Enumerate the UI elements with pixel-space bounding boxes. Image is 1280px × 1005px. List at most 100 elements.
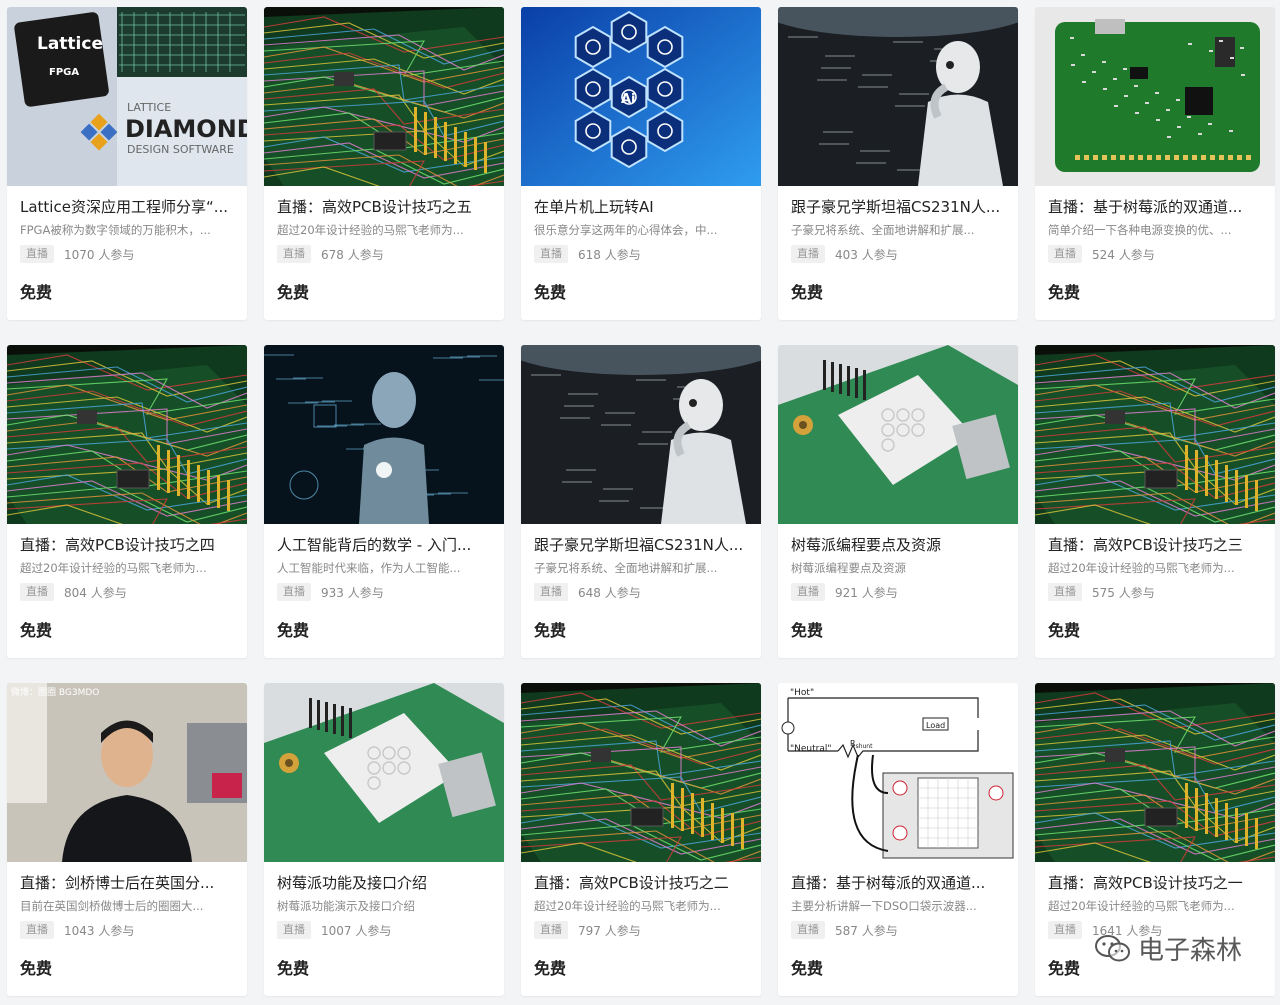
participant-count: 587 人参与 (835, 923, 898, 938)
course-meta: 直播 648 人参与 (534, 583, 748, 601)
course-card[interactable]: 跟子豪兄学斯坦福CS231N人... 子豪兄将系统、全面地讲解和扩展... 直播… (521, 345, 761, 658)
course-card[interactable]: Lattice FPGA LATTICE DIAMOND DESIGN SOFT… (7, 7, 247, 320)
course-title[interactable]: 直播：高效PCB设计技巧之三 (1048, 534, 1262, 556)
live-badge: 直播 (20, 583, 54, 601)
course-title[interactable]: 在单片机上玩转AI (534, 196, 748, 218)
course-thumbnail[interactable]: 微博：圈圈 BG3MDO (7, 683, 247, 862)
course-card[interactable]: 微博：圈圈 BG3MDO 直播：剑桥博士后在英国分... 目前在英国剑桥做博士后… (7, 683, 247, 996)
course-card[interactable]: "Hot" "Neutral" Load Rshunt 直播：基于树莓派的双通道… (778, 683, 1018, 996)
course-description: 子豪兄将系统、全面地讲解和扩展... (791, 223, 975, 237)
live-badge: 直播 (534, 583, 568, 601)
course-description: 目前在英国剑桥做博士后的圈圈大... (20, 899, 204, 913)
course-thumbnail[interactable]: Lattice FPGA LATTICE DIAMOND DESIGN SOFT… (7, 7, 247, 186)
course-card[interactable]: 跟子豪兄学斯坦福CS231N人... 子豪兄将系统、全面地讲解和扩展... 直播… (778, 7, 1018, 320)
course-meta: 直播 1070 人参与 (20, 245, 234, 263)
course-title[interactable]: 跟子豪兄学斯坦福CS231N人... (534, 534, 748, 556)
course-description: 子豪兄将系统、全面地讲解和扩展... (534, 561, 718, 575)
course-thumbnail[interactable] (1035, 7, 1275, 186)
course-thumbnail[interactable] (778, 7, 1018, 186)
course-card[interactable]: 直播：基于树莓派的双通道... 简单介绍一下各种电源变换的优、... 直播 52… (1035, 7, 1275, 320)
course-description: 很乐意分享这两年的心得体会，中... (534, 223, 718, 237)
participant-count: 933 人参与 (321, 585, 384, 600)
course-meta: 直播 403 人参与 (791, 245, 1005, 263)
course-price: 免费 (20, 959, 53, 978)
course-thumbnail[interactable]: "Hot" "Neutral" Load Rshunt (778, 683, 1018, 862)
live-badge: 直播 (534, 245, 568, 263)
participant-count: 524 人参与 (1092, 247, 1155, 262)
course-price: 免费 (277, 959, 310, 978)
course-thumbnail[interactable] (264, 7, 504, 186)
course-thumbnail[interactable] (1035, 345, 1275, 524)
course-price: 免费 (791, 283, 824, 302)
live-badge: 直播 (277, 921, 311, 939)
course-thumbnail[interactable] (521, 345, 761, 524)
live-badge: 直播 (277, 583, 311, 601)
course-title[interactable]: 直播：高效PCB设计技巧之五 (277, 196, 491, 218)
course-description: 超过20年设计经验的马熙飞老师为... (1048, 561, 1235, 575)
course-title[interactable]: 树莓派编程要点及资源 (791, 534, 1005, 556)
course-meta: 直播 678 人参与 (277, 245, 491, 263)
course-description: 主要分析讲解一下DSO口袋示波器... (791, 899, 977, 913)
svg-text:DIAMOND: DIAMOND (125, 115, 247, 143)
course-title[interactable]: 直播：基于树莓派的双通道... (791, 872, 1005, 894)
course-meta: 直播 921 人参与 (791, 583, 1005, 601)
course-price: 免费 (277, 621, 310, 640)
live-badge: 直播 (791, 921, 825, 939)
course-card[interactable]: 直播：高效PCB设计技巧之四 超过20年设计经验的马熙飞老师为... 直播 80… (7, 345, 247, 658)
course-title[interactable]: 直播：高效PCB设计技巧之一 (1048, 872, 1262, 894)
svg-text:DESIGN SOFTWARE: DESIGN SOFTWARE (127, 143, 234, 156)
course-description: FPGA被称为数字领域的万能积木，... (20, 223, 211, 237)
course-title[interactable]: 树莓派功能及接口介绍 (277, 872, 491, 894)
participant-count: 1070 人参与 (64, 247, 135, 262)
course-thumbnail[interactable] (264, 345, 504, 524)
course-title[interactable]: 直播：高效PCB设计技巧之二 (534, 872, 748, 894)
course-description: 树莓派功能演示及接口介绍 (277, 899, 415, 913)
live-badge: 直播 (1048, 583, 1082, 601)
course-description: 树莓派编程要点及资源 (791, 561, 906, 575)
participant-count: 804 人参与 (64, 585, 127, 600)
course-card[interactable]: 直播：高效PCB设计技巧之三 超过20年设计经验的马熙飞老师为... 直播 57… (1035, 345, 1275, 658)
course-title[interactable]: 直播：高效PCB设计技巧之四 (20, 534, 234, 556)
course-price: 免费 (791, 959, 824, 978)
live-badge: 直播 (277, 245, 311, 263)
svg-text:Ai: Ai (621, 92, 636, 107)
course-thumbnail[interactable] (521, 683, 761, 862)
participant-count: 678 人参与 (321, 247, 384, 262)
course-card[interactable]: Ai 在单片机上玩转AI 很乐意分享这两年的心得体会，中... 直播 618 人… (521, 7, 761, 320)
course-thumbnail[interactable] (264, 683, 504, 862)
course-price: 免费 (277, 283, 310, 302)
live-badge: 直播 (20, 245, 54, 263)
course-meta: 直播 618 人参与 (534, 245, 748, 263)
course-thumbnail[interactable]: Ai (521, 7, 761, 186)
watermark: 电子森林 (1094, 930, 1242, 967)
course-title[interactable]: 直播：剑桥博士后在英国分... (20, 872, 234, 894)
course-description: 超过20年设计经验的马熙飞老师为... (277, 223, 464, 237)
course-thumbnail[interactable] (1035, 683, 1275, 862)
participant-count: 797 人参与 (578, 923, 641, 938)
course-title[interactable]: 人工智能背后的数学 - 入门... (277, 534, 491, 556)
course-thumbnail[interactable] (7, 345, 247, 524)
course-title[interactable]: 跟子豪兄学斯坦福CS231N人... (791, 196, 1005, 218)
course-meta: 直播 804 人参与 (20, 583, 234, 601)
participant-count: 648 人参与 (578, 585, 641, 600)
course-card[interactable]: 直播：高效PCB设计技巧之五 超过20年设计经验的马熙飞老师为... 直播 67… (264, 7, 504, 320)
course-thumbnail[interactable] (778, 345, 1018, 524)
live-badge: 直播 (791, 583, 825, 601)
course-card[interactable]: 树莓派功能及接口介绍 树莓派功能演示及接口介绍 直播 1007 人参与 免费 (264, 683, 504, 996)
live-badge: 直播 (791, 245, 825, 263)
course-description: 超过20年设计经验的马熙飞老师为... (534, 899, 721, 913)
course-meta: 直播 587 人参与 (791, 921, 1005, 939)
course-description: 超过20年设计经验的马熙飞老师为... (20, 561, 207, 575)
participant-count: 1007 人参与 (321, 923, 392, 938)
svg-text:微博：圈圈 BG3MDO: 微博：圈圈 BG3MDO (11, 686, 99, 698)
course-description: 人工智能时代来临，作为人工智能... (277, 561, 461, 575)
course-meta: 直播 1043 人参与 (20, 921, 234, 939)
course-title[interactable]: Lattice资深应用工程师分享“... (20, 196, 234, 218)
course-title[interactable]: 直播：基于树莓派的双通道... (1048, 196, 1262, 218)
course-card[interactable]: 直播：高效PCB设计技巧之二 超过20年设计经验的马熙飞老师为... 直播 79… (521, 683, 761, 996)
course-price: 免费 (1048, 283, 1081, 302)
course-card[interactable]: 人工智能背后的数学 - 入门... 人工智能时代来临，作为人工智能... 直播 … (264, 345, 504, 658)
course-price: 免费 (20, 621, 53, 640)
svg-text:FPGA: FPGA (49, 67, 79, 78)
course-card[interactable]: 树莓派编程要点及资源 树莓派编程要点及资源 直播 921 人参与 免费 (778, 345, 1018, 658)
